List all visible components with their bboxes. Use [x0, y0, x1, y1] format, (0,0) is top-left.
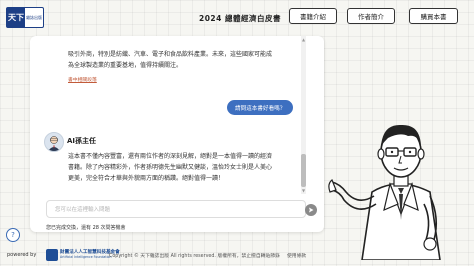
scroll-down-arrow-icon[interactable]: ▼ — [301, 188, 306, 193]
bot-message-line: 書籍。除了內容精彩外，作者孫明德先生幽默又健談，溫怡玲女士則是人美心 — [68, 164, 273, 171]
logo-mark: 天下 — [7, 8, 25, 27]
powered-by-label: powered by — [7, 252, 37, 258]
bot-avatar — [44, 132, 64, 152]
tianxia-logo[interactable]: 天下 雜誌出版 — [6, 7, 44, 28]
user-message-bubble: 請問這本書好看嗎？ — [227, 100, 294, 115]
book-intro-button[interactable]: 書籍介紹 — [289, 8, 337, 24]
bot-name: AI孫主任 — [67, 137, 97, 145]
source-passage-link[interactable]: 書中相關段落 — [68, 76, 97, 83]
bot-message-line: 為全球製造業的重要基地，值得持續關注。 — [68, 62, 183, 69]
logo-subtitle: 雜誌出版 — [26, 15, 42, 20]
question-input[interactable] — [55, 204, 275, 215]
remaining-questions-note: 您已完成交換，還有 28 次問答機會 — [46, 225, 126, 231]
copyright-text: Copyright © 天下雜誌出版 All rights reserved. … — [109, 254, 280, 259]
scroll-up-arrow-icon[interactable]: ▲ — [301, 37, 306, 42]
send-icon — [309, 207, 314, 213]
author-illustration — [328, 124, 441, 260]
help-button[interactable]: ? — [6, 228, 20, 242]
send-button[interactable] — [305, 204, 317, 216]
buy-book-button[interactable]: 購買本書 — [409, 8, 458, 24]
chat-panel: 吸引外商，特別是紡織、汽車、電子和食品飲料產業。未來，這些國家可能成 為全球製造… — [30, 36, 324, 232]
bot-message-line: 更美，完全符合才華與外貌兩方面的稱讚。絕對值得一讀！ — [68, 175, 225, 182]
ai-foundation-badge-icon — [46, 249, 58, 261]
bot-message-line: 這本書不僅內容豐富，還有兩位作者的深刻見解，絕對是一本值得一讀的經濟 — [68, 153, 273, 160]
bot-message-line: 吸引外商，特別是紡織、汽車、電子和食品飲料產業。未來，這些國家可能成 — [68, 51, 273, 58]
question-input-box — [46, 200, 317, 218]
scrollbar-thumb[interactable] — [301, 154, 306, 187]
author-intro-button[interactable]: 作者簡介 — [347, 8, 395, 24]
footer: powered by 財團法人人工智慧科技基金會 Artificial Inte… — [0, 246, 474, 266]
page-title: 2024 總體經濟白皮書 — [199, 14, 281, 23]
terms-of-use-link[interactable]: 使用條款 — [287, 252, 306, 259]
